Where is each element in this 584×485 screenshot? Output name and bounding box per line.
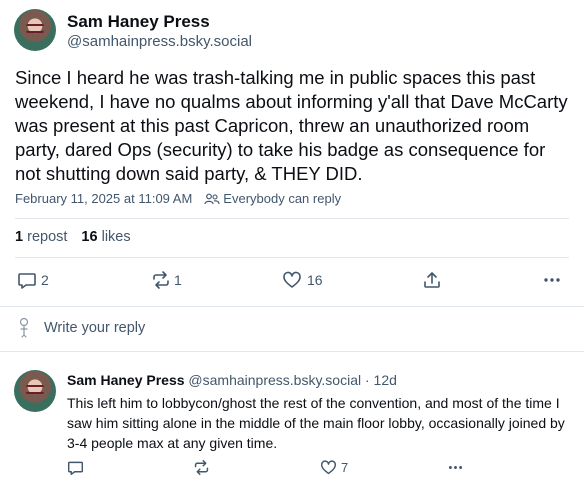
divider: [0, 351, 584, 352]
repost-count: 1: [174, 272, 182, 288]
post-timestamp[interactable]: February 11, 2025 at 11:09 AM: [15, 191, 192, 206]
author-avatar[interactable]: [14, 9, 56, 51]
comment-like-button[interactable]: 7: [320, 459, 348, 476]
reply-prompt[interactable]: Write your reply: [15, 317, 145, 339]
reply-count: 2: [41, 272, 49, 288]
repost-button[interactable]: 1: [151, 270, 182, 290]
heart-icon: [320, 460, 337, 475]
comment-age[interactable]: · 12d: [365, 372, 397, 388]
reply-icon: [18, 273, 36, 289]
reposts-stat[interactable]: 1 repost: [15, 229, 67, 245]
post-text: Since I heard he was trash-talking me in…: [15, 67, 568, 184]
reply-button[interactable]: 2: [17, 270, 49, 290]
like-button[interactable]: 16: [282, 270, 323, 290]
share-icon: [424, 272, 440, 288]
more-options-button[interactable]: [542, 270, 562, 290]
comment-reply-button[interactable]: [67, 459, 84, 476]
post-meta: February 11, 2025 at 11:09 AM Everybody …: [15, 191, 341, 206]
comment-more-button[interactable]: [447, 459, 464, 476]
post-stats: 1 repost 16 likes: [15, 229, 131, 245]
reply-prompt-text: Write your reply: [44, 320, 146, 336]
post-actions: 2 1 16: [0, 266, 584, 296]
like-count: 16: [307, 272, 323, 288]
comment-author-avatar[interactable]: [14, 370, 56, 412]
comment-like-count: 7: [341, 460, 349, 475]
share-button[interactable]: [422, 270, 442, 290]
people-icon: [204, 193, 220, 204]
heart-icon: [283, 271, 301, 288]
comment-repost-button[interactable]: [193, 459, 210, 476]
likes-stat[interactable]: 16 likes: [81, 229, 130, 245]
reply-icon: [67, 461, 84, 476]
divider: [15, 257, 569, 258]
more-icon: [448, 466, 463, 469]
comment-header: Sam Haney Press @samhainpress.bsky.socia…: [67, 372, 397, 388]
comment-text: This left him to lobbycon/ghost the rest…: [67, 395, 565, 451]
comment-author-name[interactable]: Sam Haney Press: [67, 372, 185, 388]
repost-icon: [153, 271, 169, 289]
divider: [0, 306, 584, 307]
author-name[interactable]: Sam Haney Press: [67, 12, 210, 32]
repost-icon: [194, 459, 209, 476]
user-avatar-icon: [19, 317, 29, 338]
comment-author-handle[interactable]: @samhainpress.bsky.social: [188, 372, 361, 388]
author-handle[interactable]: @samhainpress.bsky.social: [67, 33, 252, 50]
more-icon: [544, 278, 560, 282]
comment-actions: 7: [0, 456, 584, 480]
reply-setting[interactable]: Everybody can reply: [223, 191, 341, 206]
divider: [15, 218, 569, 219]
